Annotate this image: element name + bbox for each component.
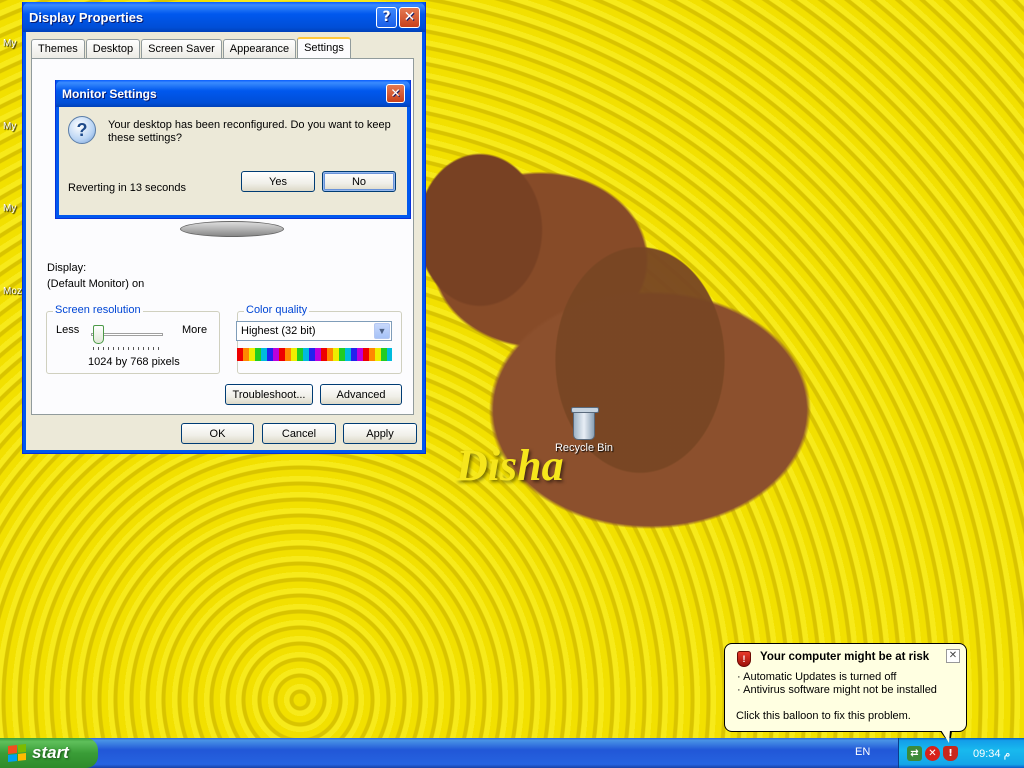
desktop-icon-label-1[interactable]: My: [3, 38, 16, 49]
recycle-bin-shortcut[interactable]: Recycle Bin: [552, 407, 616, 454]
balloon-line-2: · Antivirus software might not be instal…: [737, 684, 937, 696]
color-spectrum-bar: [237, 348, 392, 361]
display-properties-window: Display Properties ? ✕ Themes Desktop Sc…: [22, 2, 426, 454]
display-properties-titlebar[interactable]: Display Properties ? ✕: [23, 2, 425, 32]
tab-themes[interactable]: Themes: [31, 39, 85, 58]
chevron-down-icon[interactable]: ▼: [374, 323, 390, 339]
color-quality-legend: Color quality: [244, 304, 310, 316]
cancel-button[interactable]: Cancel: [262, 423, 336, 444]
monitor-settings-titlebar[interactable]: Monitor Settings ✕: [56, 80, 410, 107]
desktop-icon-label-2[interactable]: My: [3, 121, 16, 132]
security-center-icon[interactable]: !: [943, 745, 958, 761]
tab-strip: Themes Desktop Screen Saver Appearance S…: [31, 37, 352, 58]
troubleshoot-button[interactable]: Troubleshoot...: [225, 384, 313, 405]
no-button[interactable]: No: [322, 171, 396, 192]
balloon-action[interactable]: Click this balloon to fix this problem.: [736, 710, 911, 722]
balloon-line-1: · Automatic Updates is turned off: [737, 671, 897, 683]
display-value: (Default Monitor) on: [47, 278, 145, 290]
ok-button[interactable]: OK: [181, 423, 254, 444]
desktop-icon-label-3[interactable]: My: [3, 203, 16, 214]
tab-screen-saver[interactable]: Screen Saver: [141, 39, 222, 58]
balloon-close-button[interactable]: ✕: [946, 649, 960, 663]
color-quality-area: Color quality Highest (32 bit) ▼: [46, 304, 402, 374]
language-indicator[interactable]: EN: [855, 746, 870, 758]
balloon-title: Your computer might be at risk: [760, 651, 930, 663]
windows-logo-icon: [8, 744, 26, 762]
question-icon: ?: [68, 116, 96, 144]
yes-button[interactable]: Yes: [241, 171, 315, 192]
apply-button[interactable]: Apply: [343, 423, 417, 444]
color-quality-selected: Highest (32 bit): [241, 325, 316, 337]
start-label: start: [32, 743, 69, 762]
close-button[interactable]: ✕: [399, 6, 420, 28]
dialog-close-button[interactable]: ✕: [386, 84, 405, 103]
monitor-preview: [180, 221, 284, 237]
taskbar: start EN ⇄ ✕ ! 09:34 م: [0, 738, 1024, 768]
security-balloon[interactable]: ! Your computer might be at risk ✕ · Aut…: [724, 643, 967, 745]
recycle-bin-icon: [571, 407, 599, 440]
clock[interactable]: 09:34 م: [973, 747, 1010, 760]
error-icon[interactable]: ✕: [925, 745, 940, 761]
wallpaper-text: Disha: [456, 441, 564, 490]
window-title: Display Properties: [29, 9, 144, 25]
tab-appearance[interactable]: Appearance: [222, 39, 297, 58]
network-icon[interactable]: ⇄: [907, 745, 922, 761]
advanced-button[interactable]: Advanced: [320, 384, 402, 405]
dialog-title: Monitor Settings: [62, 86, 157, 101]
help-button[interactable]: ?: [376, 6, 397, 28]
display-label: Display:: [47, 262, 87, 274]
tab-desktop[interactable]: Desktop: [85, 39, 141, 58]
system-tray: ⇄ ✕ ! 09:34 م: [898, 738, 1024, 768]
start-button[interactable]: start: [0, 738, 98, 768]
tab-settings[interactable]: Settings: [297, 37, 351, 58]
recycle-bin-label: Recycle Bin: [554, 442, 614, 454]
color-quality-select[interactable]: Highest (32 bit) ▼: [236, 321, 392, 341]
desktop-icon-label-4[interactable]: Moz: [3, 286, 22, 297]
dialog-message-line2: these settings?: [108, 132, 182, 144]
monitor-settings-dialog: Monitor Settings ✕ ? Your desktop has be…: [55, 80, 411, 219]
security-shield-icon: !: [737, 651, 751, 667]
dialog-message-line1: Your desktop has been reconfigured. Do y…: [108, 119, 391, 131]
revert-countdown: Reverting in 13 seconds: [68, 182, 187, 194]
